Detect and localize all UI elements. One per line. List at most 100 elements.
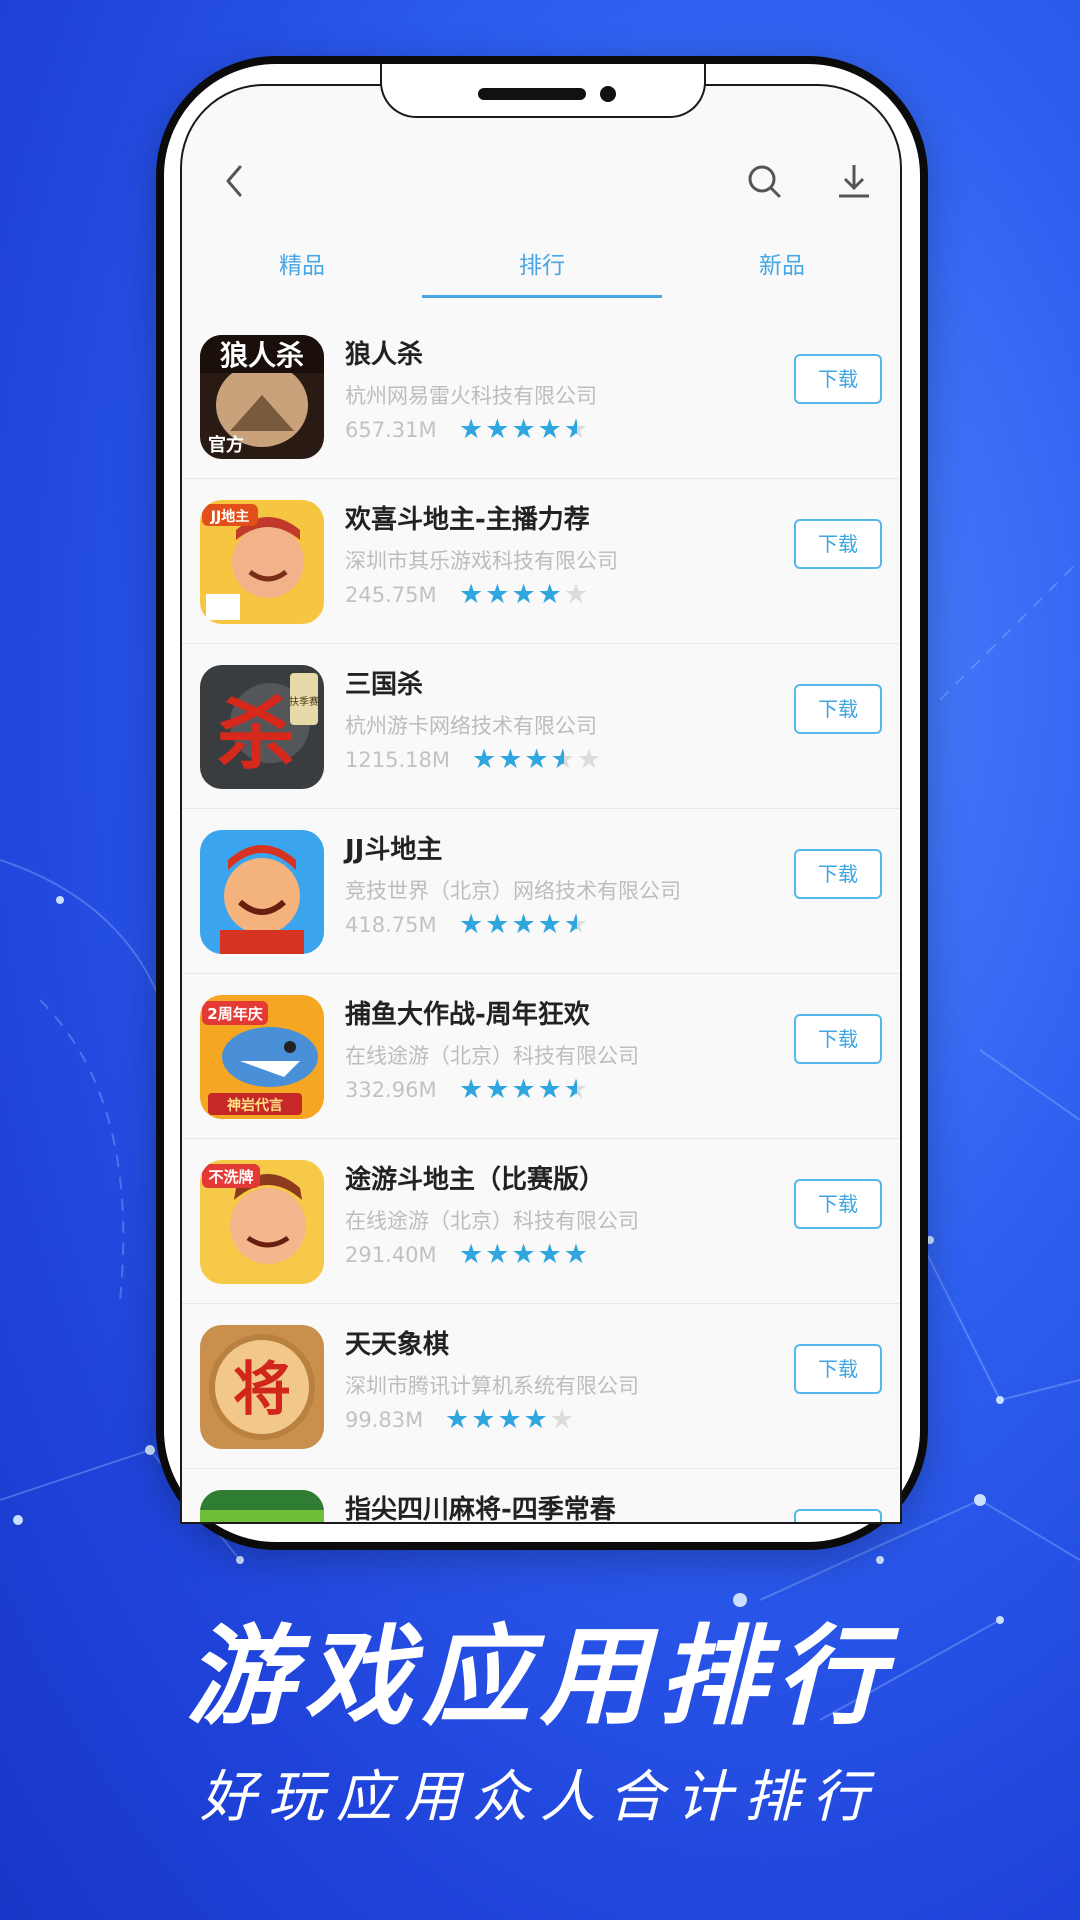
list-item[interactable]: 2周年庆 神岩代言 捕鱼大作战-周年狂欢 在线途游（北京）科技有限公司 332.… (182, 974, 900, 1139)
app-name: 捕鱼大作战-周年狂欢 (345, 1000, 590, 1030)
app-size: 291.40M (345, 1243, 437, 1267)
search-icon[interactable] (734, 146, 794, 216)
star-icon: ★ (511, 909, 538, 940)
icon-badge: 扶季赛 (289, 695, 319, 708)
download-icon[interactable] (824, 146, 884, 216)
star-icon: ★ (511, 1074, 538, 1105)
star-icon: ★ (563, 1239, 591, 1270)
app-icon-sanguosha: 杀 扶季赛 (200, 665, 324, 789)
app-icon-mahjong (200, 1490, 324, 1522)
star-icon: ★ (485, 1239, 512, 1270)
app-icon-jj-doudizhu (200, 830, 324, 954)
icon-subtext: 神岩代言 (227, 1097, 283, 1114)
app-icon-tuyou-doudizhu: 不洗牌 (200, 1160, 324, 1284)
download-button[interactable] (794, 1509, 882, 1522)
tab-featured[interactable]: 精品 (182, 242, 422, 298)
list-item[interactable]: 将 天天象棋 深圳市腾讯计算机系统有限公司 99.83M ★★★★★ 下载 (182, 1304, 900, 1469)
star-icon: ★ (563, 1074, 591, 1105)
promo-headline: 游戏应用排行 (185, 1615, 894, 1740)
speaker-grille (478, 88, 586, 100)
rating-stars: ★★★★★ (445, 1404, 576, 1435)
app-name: 欢喜斗地主-主播力荐 (345, 505, 590, 535)
app-name: 途游斗地主（比赛版） (345, 1165, 606, 1195)
app-size: 657.31M (345, 418, 437, 442)
star-icon: ★ (563, 579, 591, 610)
list-item[interactable]: JJ斗地主 竞技世界（北京）网络技术有限公司 418.75M ★★★★★ 下载 (182, 809, 900, 974)
tab-new[interactable]: 新品 (662, 242, 900, 298)
download-button[interactable]: 下载 (794, 849, 882, 899)
list-item[interactable]: 杀 扶季赛 三国杀 杭州游卡网络技术有限公司 1215.18M ★★★★★ 下载 (182, 644, 900, 809)
star-icon: ★ (537, 579, 564, 610)
download-button[interactable]: 下载 (794, 1179, 882, 1229)
tab-ranking[interactable]: 排行 (422, 242, 662, 298)
top-bar (182, 146, 900, 216)
star-icon: ★ (498, 744, 525, 775)
star-icon: ★ (485, 909, 512, 940)
list-item[interactable]: 指尖四川麻将-四季常春 (182, 1469, 900, 1524)
star-icon: ★ (524, 744, 551, 775)
rating-stars: ★★★★★ (472, 744, 603, 775)
official-badge: 官方 (208, 434, 244, 456)
app-name: 指尖四川麻将-四季常春 (345, 1495, 616, 1524)
star-icon: ★ (576, 744, 604, 775)
star-icon: ★ (459, 579, 486, 610)
star-icon: ★ (497, 1404, 524, 1435)
app-developer: 深圳市腾讯计算机系统有限公司 (345, 1374, 639, 1398)
download-button[interactable]: 下载 (794, 1344, 882, 1394)
star-icon: ★ (485, 414, 512, 445)
app-size: 332.96M (345, 1078, 437, 1102)
front-camera (600, 86, 616, 102)
app-icon-werewolf: 狼人杀 官方 (200, 335, 324, 459)
app-icon-fishing: 2周年庆 神岩代言 (200, 995, 324, 1119)
star-icon: ★ (511, 414, 538, 445)
star-icon: ★ (511, 579, 538, 610)
app-developer: 杭州网易雷火科技有限公司 (345, 384, 597, 408)
list-item[interactable]: JJ地主 欢喜斗地主-主播力荐 深圳市其乐游戏科技有限公司 245.75M ★★… (182, 479, 900, 644)
icon-badge: 2周年庆 (207, 1005, 262, 1023)
back-icon[interactable] (204, 146, 264, 216)
download-button[interactable]: 下载 (794, 354, 882, 404)
star-icon: ★ (459, 1239, 486, 1270)
star-icon: ★ (472, 744, 499, 775)
phone-screen: 精品 排行 新品 狼人杀 官方 狼人杀 杭州网易雷火科技有限公司 657.31M… (180, 84, 902, 1524)
star-icon: ★ (459, 414, 486, 445)
app-size: 99.83M (345, 1408, 424, 1432)
app-developer: 竞技世界（北京）网络技术有限公司 (345, 879, 681, 903)
icon-badge: 不洗牌 (208, 1168, 253, 1186)
star-icon: ★ (563, 414, 591, 445)
app-name: 三国杀 (345, 670, 424, 700)
star-icon: ★ (511, 1239, 538, 1270)
app-icon-chess: 将 (200, 1325, 324, 1449)
star-icon: ★ (537, 1074, 564, 1105)
star-icon: ★ (459, 1074, 486, 1105)
star-icon: ★ (537, 1239, 564, 1270)
app-list: 狼人杀 官方 狼人杀 杭州网易雷火科技有限公司 657.31M ★★★★★ 下载 (182, 314, 900, 1524)
star-icon: ★ (471, 1404, 498, 1435)
icon-text: 将 (233, 1355, 291, 1423)
star-icon: ★ (550, 744, 577, 775)
list-item[interactable]: 不洗牌 途游斗地主（比赛版） 在线途游（北京）科技有限公司 291.40M ★★… (182, 1139, 900, 1304)
icon-text: 杀 (217, 689, 295, 780)
star-icon: ★ (563, 909, 591, 940)
star-icon: ★ (445, 1404, 472, 1435)
app-name: JJ斗地主 (345, 835, 443, 865)
app-name: 狼人杀 (345, 340, 424, 370)
star-icon: ★ (537, 414, 564, 445)
download-button[interactable]: 下载 (794, 684, 882, 734)
star-icon: ★ (537, 909, 564, 940)
download-button[interactable]: 下载 (794, 1014, 882, 1064)
phone-notch (380, 64, 706, 118)
download-button[interactable]: 下载 (794, 519, 882, 569)
app-icon-doudizhu: JJ地主 (200, 500, 324, 624)
app-size: 245.75M (345, 583, 437, 607)
app-developer: 在线途游（北京）科技有限公司 (345, 1044, 639, 1068)
app-developer: 在线途游（北京）科技有限公司 (345, 1209, 639, 1233)
list-item[interactable]: 狼人杀 官方 狼人杀 杭州网易雷火科技有限公司 657.31M ★★★★★ 下载 (182, 314, 900, 479)
star-icon: ★ (523, 1404, 550, 1435)
app-size: 418.75M (345, 913, 437, 937)
icon-text: 狼人杀 (220, 339, 304, 372)
rating-stars: ★★★★★ (459, 414, 590, 445)
rating-stars: ★★★★★ (459, 1239, 590, 1270)
app-developer: 杭州游卡网络技术有限公司 (345, 714, 597, 738)
star-icon: ★ (485, 579, 512, 610)
